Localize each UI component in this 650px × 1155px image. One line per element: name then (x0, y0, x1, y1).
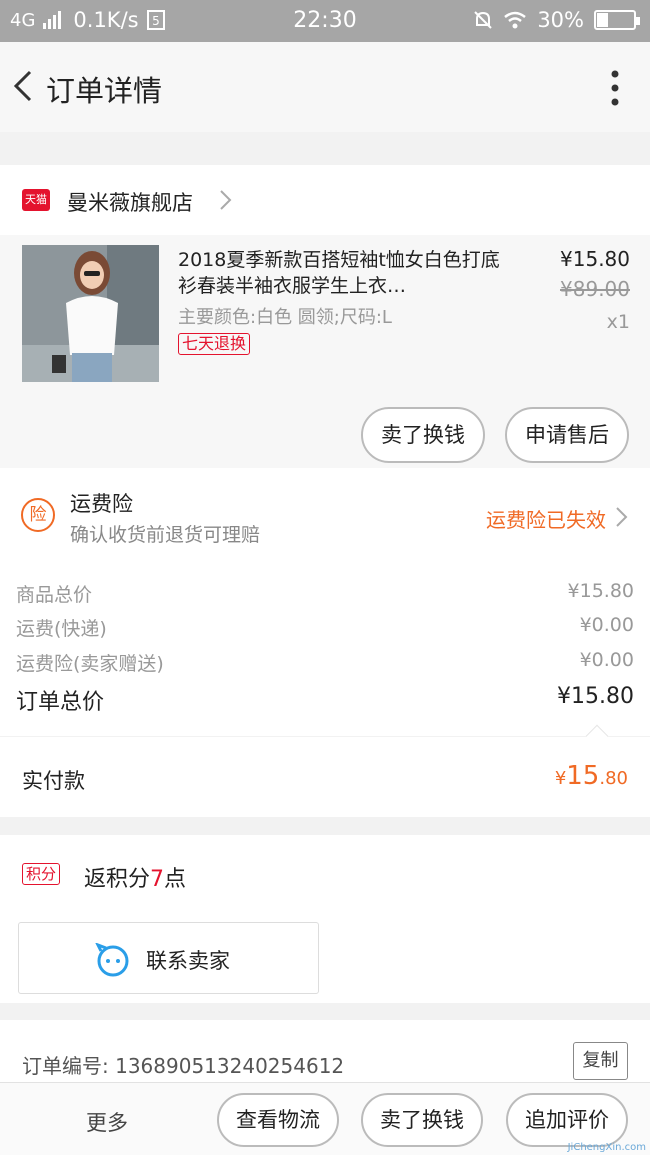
battery-icon (594, 10, 640, 30)
original-price: ¥89.00 (560, 277, 630, 301)
nav-bar: 订单详情 (0, 42, 650, 132)
chevron-right-icon (220, 190, 232, 210)
insurance-title: 运费险 (70, 492, 133, 516)
order-number: 订单编号: 136890513240254612 (22, 1054, 345, 1078)
paid-currency: ¥ (554, 768, 567, 789)
shop-row[interactable]: 天猫 曼米薇旗舰店 (0, 165, 650, 235)
contact-seller-label: 联系卖家 (146, 949, 230, 973)
insurance-icon: 险 (21, 498, 55, 532)
status-bar: 4G 0.1K/s 5 22:30 30% (0, 0, 650, 42)
points-text: 返积分7点 (84, 861, 186, 893)
insurance-subtitle: 确认收货前退货可理赔 (70, 524, 261, 546)
chat-icon (95, 943, 129, 977)
watermark: JiChengXin.com (567, 1142, 646, 1153)
points-prefix: 返积分 (84, 867, 151, 892)
summary-value: ¥15.80 (567, 580, 634, 602)
summary-label: 运费(快递) (16, 618, 107, 640)
contact-seller-button[interactable]: 联系卖家 (18, 922, 319, 994)
page-title: 订单详情 (46, 74, 163, 108)
shipping-insurance-row[interactable]: 险 运费险 确认收货前退货可理赔 运费险已失效 (0, 468, 650, 564)
product-image[interactable] (22, 245, 159, 382)
summary-row: 运费(快递) ¥0.00 (16, 614, 634, 641)
return-badge: 七天退换 (178, 333, 251, 355)
product-price: ¥15.80 (560, 247, 630, 271)
points-suffix: 点 (164, 867, 187, 892)
product-title[interactable]: 2018夏季新款百搭短袖t恤女白色打底衫春装半袖衣服学生上衣… (178, 247, 508, 299)
product-spec: 主要颜色:白色 圆领;尺码:L (178, 307, 392, 328)
battery-percent: 30% (537, 8, 584, 32)
tmall-logo: 天猫 (22, 189, 50, 211)
insurance-status: 运费险已失效 (486, 508, 606, 532)
more-button[interactable]: 更多 (86, 1107, 128, 1137)
chevron-right-icon (616, 507, 628, 527)
summary-value: ¥0.00 (579, 614, 634, 636)
wifi-icon (504, 11, 527, 29)
after-sale-button[interactable]: 申请售后 (505, 407, 629, 463)
summary-row: 商品总价 ¥15.80 (16, 580, 634, 607)
paid-label: 实付款 (22, 769, 85, 793)
back-icon[interactable] (10, 68, 36, 104)
product-quantity: x1 (606, 311, 630, 333)
resell-button-bottom[interactable]: 卖了换钱 (361, 1093, 483, 1147)
order-item[interactable]: 2018夏季新款百搭短袖t恤女白色打底衫春装半袖衣服学生上衣… 主要颜色:白色 … (0, 235, 650, 468)
paid-amount-integer: 15 (566, 761, 600, 791)
order-total-label: 订单总价 (16, 690, 105, 715)
points-section: 积分 返积分7点 联系卖家 (0, 835, 650, 1003)
summary-value: ¥0.00 (579, 649, 634, 671)
order-total-row: 订单总价 ¥15.80 (16, 684, 634, 716)
paid-amount-decimal: .80 (599, 768, 628, 789)
more-options-icon[interactable] (610, 68, 620, 108)
battery-level (597, 13, 608, 27)
points-count: 7 (150, 867, 165, 892)
price-summary: 商品总价 ¥15.80 运费(快递) ¥0.00 运费险(卖家赠送) ¥0.00… (0, 564, 650, 736)
order-info: 订单编号: 136890513240254612 复制 (0, 1020, 650, 1082)
view-logistics-button[interactable]: 查看物流 (217, 1093, 339, 1147)
summary-label: 商品总价 (16, 584, 93, 606)
points-badge: 积分 (22, 863, 61, 885)
bottom-action-bar: 更多 查看物流 卖了换钱 追加评价 JiChengXin.com (0, 1082, 650, 1155)
add-review-button[interactable]: 追加评价 (506, 1093, 628, 1147)
mute-icon (474, 11, 493, 29)
shop-name: 曼米薇旗舰店 (67, 191, 193, 215)
resell-button[interactable]: 卖了换钱 (361, 407, 485, 463)
summary-label: 运费险(卖家赠送) (16, 653, 164, 675)
paid-amount: ¥15.80 (555, 761, 628, 791)
paid-amount-row: 实付款 ¥15.80 (0, 724, 650, 817)
order-total-value: ¥15.80 (557, 684, 634, 709)
copy-button[interactable]: 复制 (573, 1042, 628, 1080)
summary-row: 运费险(卖家赠送) ¥0.00 (16, 649, 634, 676)
